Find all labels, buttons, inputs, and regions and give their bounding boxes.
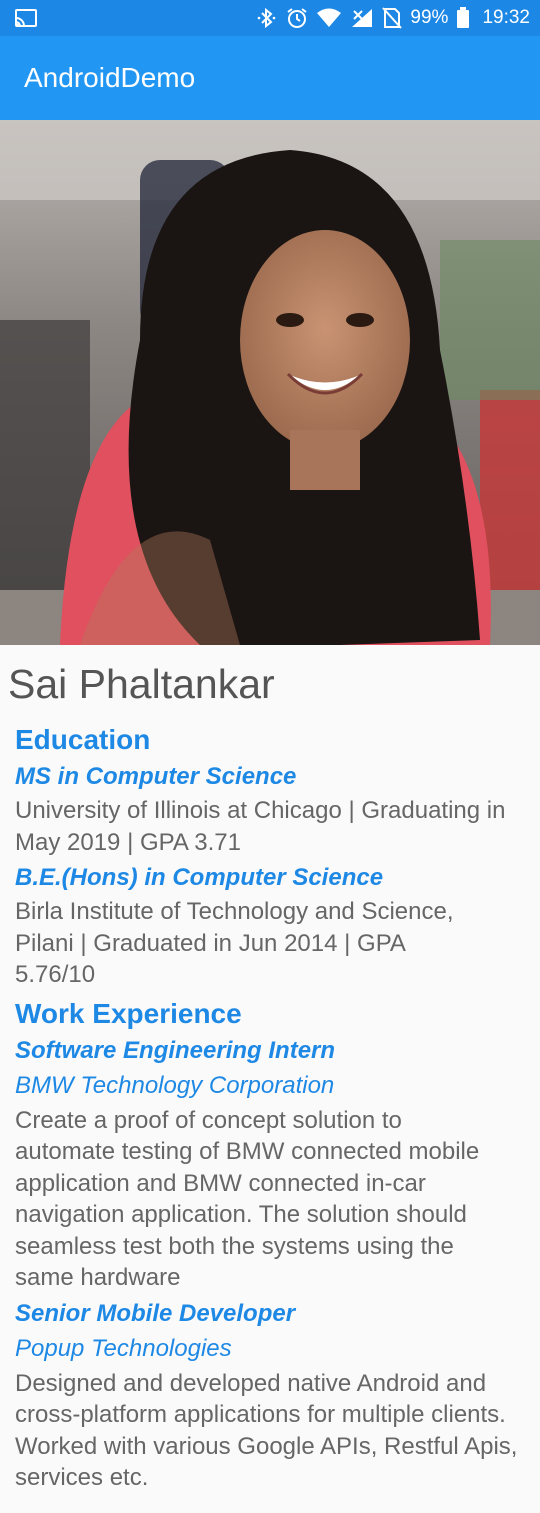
wifi-icon [316, 7, 342, 29]
app-title: AndroidDemo [24, 62, 196, 93]
work-company: Popup Technologies [15, 1334, 232, 1362]
profile-photo [0, 120, 540, 645]
education-degree: MS in Computer Science [15, 763, 297, 790]
work-role: Software Engineering Intern [15, 1036, 336, 1064]
cast-icon [14, 8, 38, 28]
no-sim-icon [382, 7, 403, 29]
status-time: 19:32 [482, 7, 530, 28]
work-section: Work Experience Software Engineering Int… [0, 997, 540, 1494]
work-heading: Work Experience [15, 997, 242, 1029]
bluetooth-icon [256, 7, 278, 29]
education-details: University of Illinois at Chicago | Grad… [15, 797, 506, 856]
battery-icon [456, 7, 470, 29]
work-company: BMW Technology Corporation [15, 1071, 335, 1099]
education-degree: B.E.(Hons) in Computer Science [15, 864, 384, 891]
status-bar: 99% 19:32 [0, 0, 540, 36]
education-heading: Education [15, 724, 151, 755]
profile-name: Sai Phaltankar [8, 661, 275, 707]
profile-content: Sai Phaltankar Education MS in Computer … [0, 645, 540, 1494]
battery-percent: 99% [410, 7, 449, 28]
education-details: Birla Institute of Technology and Scienc… [15, 898, 454, 988]
alarm-icon [286, 7, 308, 29]
work-description: Designed and developed native Android an… [15, 1369, 518, 1492]
work-description: Create a proof of concept solution to au… [15, 1106, 480, 1292]
signal-icon [350, 7, 374, 29]
education-section: Education MS in Computer Science Univers… [0, 723, 540, 991]
app-bar: AndroidDemo [0, 36, 540, 120]
work-role: Senior Mobile Developer [15, 1299, 296, 1327]
